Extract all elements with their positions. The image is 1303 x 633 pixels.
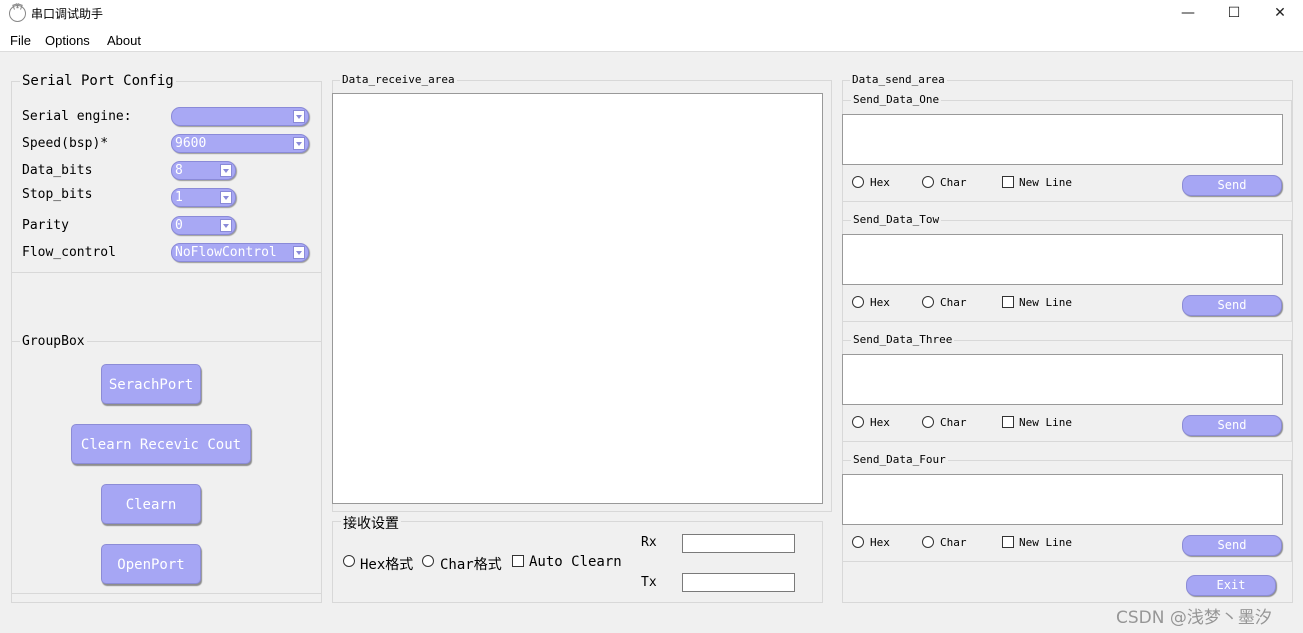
hex-radio[interactable] bbox=[852, 176, 864, 188]
send-button-four[interactable]: Send bbox=[1182, 535, 1282, 556]
window-title: 串口调试助手 bbox=[31, 7, 104, 21]
char-radio[interactable] bbox=[422, 555, 434, 567]
receive-text-area[interactable] bbox=[332, 93, 823, 504]
chevron-down-icon bbox=[220, 219, 232, 232]
new-line-checkbox[interactable] bbox=[1002, 416, 1014, 428]
speed-combo[interactable]: 9600 bbox=[171, 134, 309, 153]
char-label: Char bbox=[940, 416, 967, 429]
parity-combo[interactable]: 0 bbox=[171, 216, 236, 235]
new-line-checkbox[interactable] bbox=[1002, 536, 1014, 548]
rx-field[interactable] bbox=[682, 534, 795, 553]
menu-bar bbox=[0, 28, 1303, 52]
exit-button[interactable]: Exit bbox=[1186, 575, 1276, 596]
send-group-title: Send_Data_Four bbox=[851, 453, 948, 466]
chevron-down-icon bbox=[293, 246, 305, 259]
send-group-title: Send_Data_Tow bbox=[851, 213, 942, 226]
send-group-title: Send_Data_One bbox=[851, 93, 942, 106]
new-line-label: New Line bbox=[1019, 536, 1072, 549]
app-icon bbox=[9, 5, 26, 22]
close-button[interactable]: ✕ bbox=[1257, 0, 1303, 28]
stop-bits-label: Stop_bits bbox=[22, 187, 93, 202]
hex-label: Hex bbox=[870, 536, 890, 549]
auto-clear-checkbox[interactable] bbox=[512, 555, 524, 567]
menu-file[interactable]: File bbox=[10, 33, 31, 48]
chevron-down-icon bbox=[220, 164, 232, 177]
title-bar bbox=[0, 0, 1303, 28]
flow-control-label: Flow_control bbox=[22, 245, 116, 260]
send-button-two[interactable]: Send bbox=[1182, 295, 1282, 316]
rx-label: Rx bbox=[641, 535, 657, 550]
speed-label: Speed(bsp)* bbox=[22, 136, 109, 151]
clear-button[interactable]: Clearn bbox=[101, 484, 201, 524]
maximize-button[interactable]: ☐ bbox=[1211, 0, 1257, 28]
serial-config-title: Serial Port Config bbox=[20, 73, 176, 89]
char-radio[interactable] bbox=[922, 416, 934, 428]
new-line-checkbox[interactable] bbox=[1002, 296, 1014, 308]
tx-label: Tx bbox=[641, 575, 657, 590]
tx-field[interactable] bbox=[682, 573, 795, 592]
hex-radio[interactable] bbox=[852, 536, 864, 548]
hex-format-label: Hex格式 bbox=[360, 557, 414, 573]
search-port-button[interactable]: SerachPort bbox=[101, 364, 201, 404]
send-text-one[interactable] bbox=[842, 114, 1283, 165]
chevron-down-icon bbox=[293, 110, 305, 123]
flow-control-combo[interactable]: NoFlowControl bbox=[171, 243, 309, 262]
menu-about[interactable]: About bbox=[107, 33, 141, 48]
hex-label: Hex bbox=[870, 176, 890, 189]
minimize-button[interactable]: — bbox=[1165, 0, 1211, 28]
char-radio[interactable] bbox=[922, 536, 934, 548]
parity-label: Parity bbox=[22, 218, 69, 233]
char-format-label: Char格式 bbox=[440, 557, 502, 573]
data-bits-label: Data_bits bbox=[22, 163, 93, 178]
serial-engine-label: Serial engine: bbox=[22, 109, 132, 124]
send-button-one[interactable]: Send bbox=[1182, 175, 1282, 196]
clear-receive-count-button[interactable]: Clearn Recevic Cout bbox=[71, 424, 251, 464]
serial-engine-combo[interactable] bbox=[171, 107, 309, 126]
data-bits-combo[interactable]: 8 bbox=[171, 161, 236, 180]
chevron-down-icon bbox=[293, 137, 305, 150]
new-line-label: New Line bbox=[1019, 176, 1072, 189]
send-text-four[interactable] bbox=[842, 474, 1283, 525]
hex-radio[interactable] bbox=[852, 296, 864, 308]
send-group-title: Send_Data_Three bbox=[851, 333, 955, 346]
char-label: Char bbox=[940, 296, 967, 309]
char-radio[interactable] bbox=[922, 176, 934, 188]
auto-clear-label: Auto Clearn bbox=[529, 554, 622, 570]
divider bbox=[12, 272, 321, 273]
menu-options[interactable]: Options bbox=[45, 33, 90, 48]
new-line-label: New Line bbox=[1019, 296, 1072, 309]
watermark: CSDN @浅梦丶墨汐 bbox=[1116, 608, 1272, 628]
hex-label: Hex bbox=[870, 416, 890, 429]
hex-label: Hex bbox=[870, 296, 890, 309]
send-text-two[interactable] bbox=[842, 234, 1283, 285]
char-label: Char bbox=[940, 176, 967, 189]
divider bbox=[12, 593, 321, 594]
new-line-label: New Line bbox=[1019, 416, 1072, 429]
hex-radio[interactable] bbox=[852, 416, 864, 428]
stop-bits-combo[interactable]: 1 bbox=[171, 188, 236, 207]
hex-radio[interactable] bbox=[343, 555, 355, 567]
open-port-button[interactable]: OpenPort bbox=[101, 544, 201, 584]
new-line-checkbox[interactable] bbox=[1002, 176, 1014, 188]
char-radio[interactable] bbox=[922, 296, 934, 308]
send-area-title: Data_send_area bbox=[850, 73, 947, 86]
char-label: Char bbox=[940, 536, 967, 549]
receive-title: Data_receive_area bbox=[340, 73, 457, 86]
receive-settings-title: 接收设置 bbox=[341, 513, 401, 533]
send-button-three[interactable]: Send bbox=[1182, 415, 1282, 436]
send-text-three[interactable] bbox=[842, 354, 1283, 405]
chevron-down-icon bbox=[220, 191, 232, 204]
groupbox-title: GroupBox bbox=[20, 334, 87, 349]
